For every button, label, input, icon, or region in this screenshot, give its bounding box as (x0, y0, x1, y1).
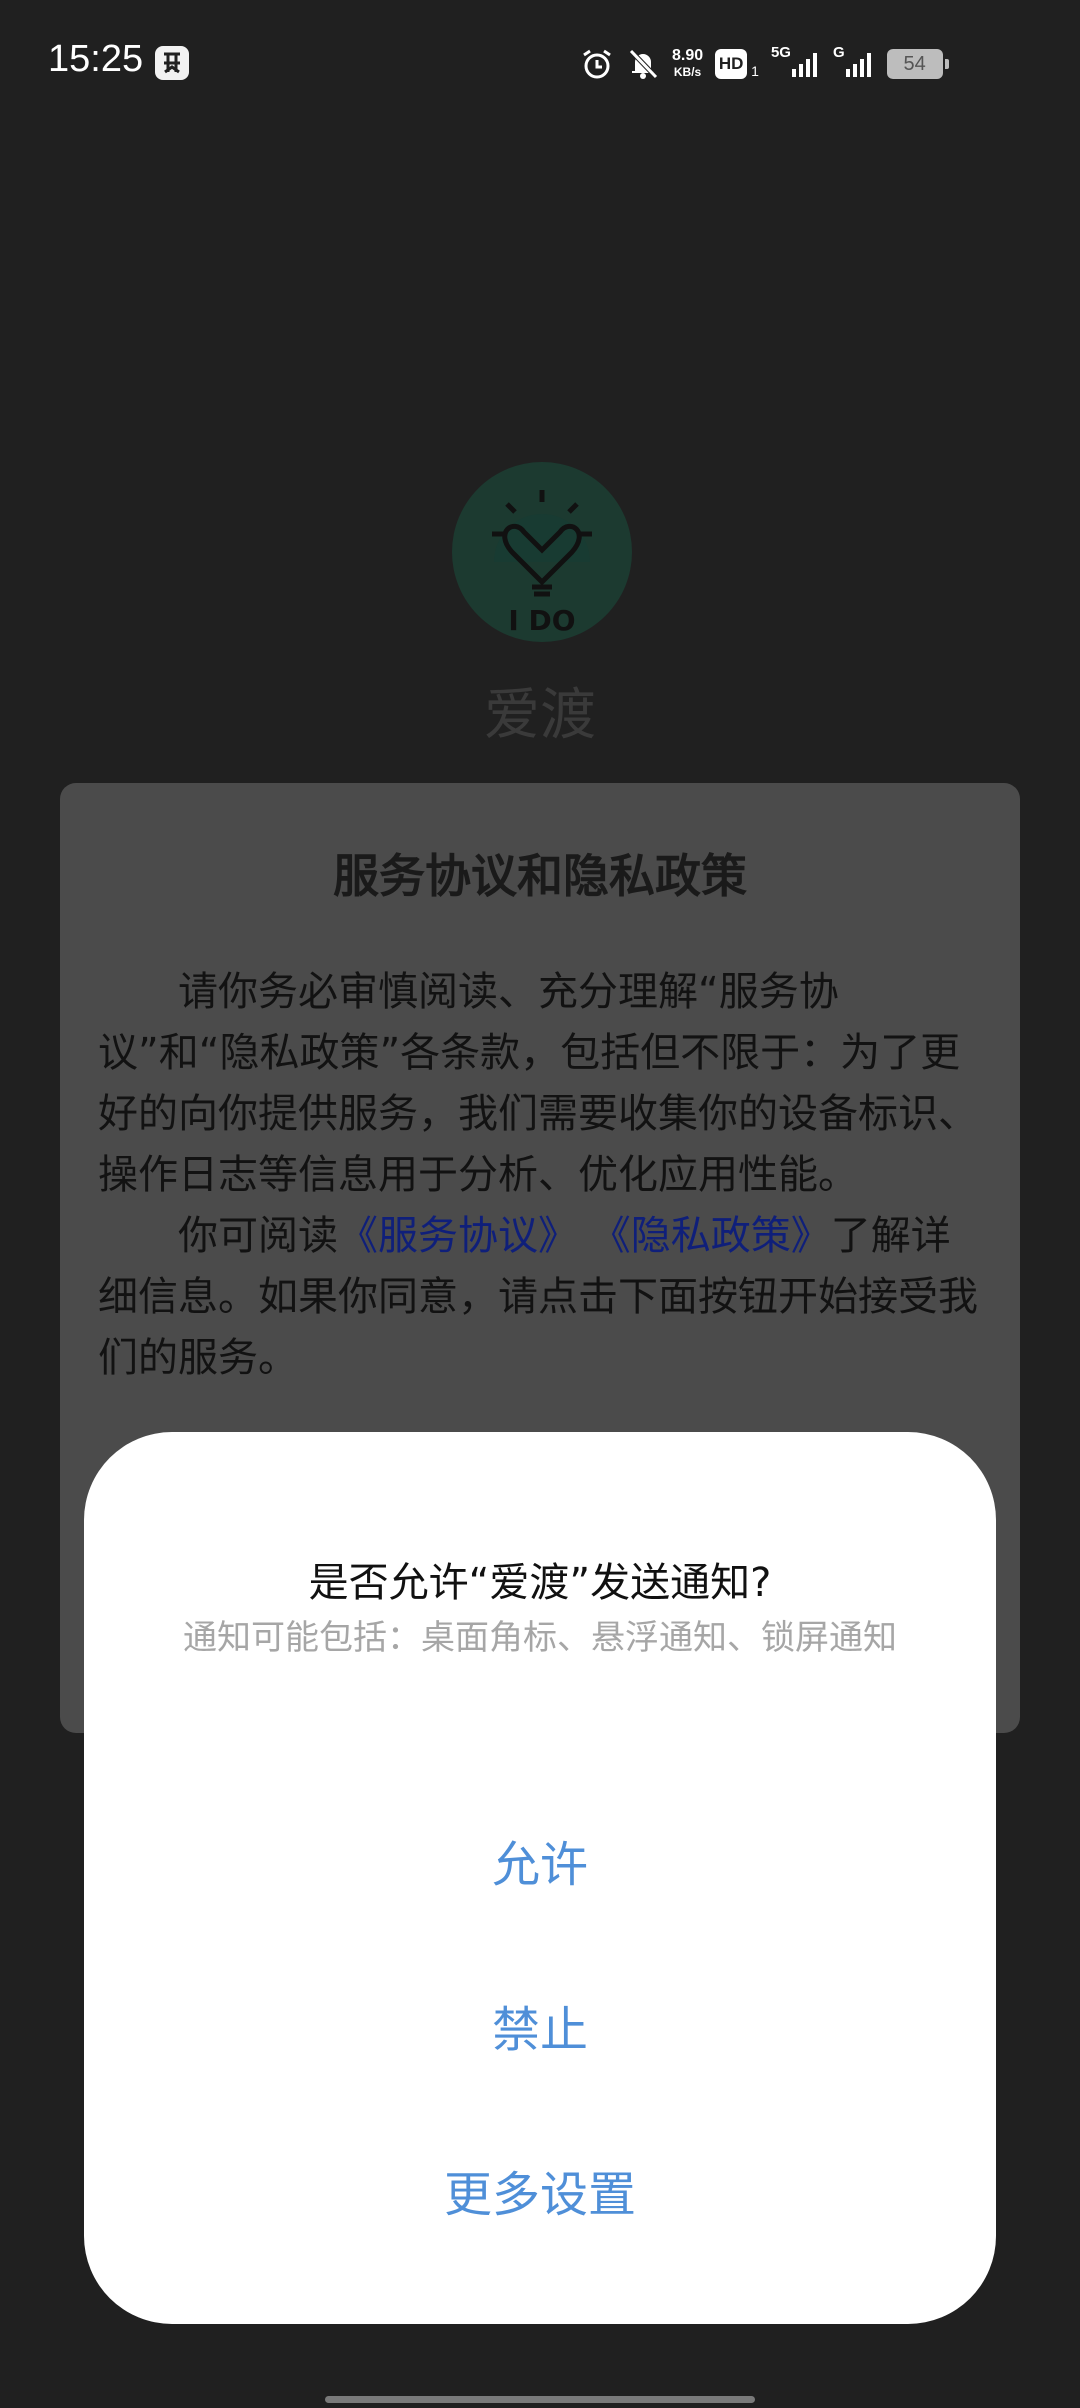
signal-icon-2 (845, 53, 871, 77)
battery-icon: 54 (886, 49, 949, 79)
service-agreement-link[interactable]: 《服务协议》 (338, 1213, 578, 1259)
alarm-icon (583, 49, 611, 79)
network-speed-value: 8.90 (672, 47, 704, 64)
status-icons: 8.90 KB/s HD 1 5G G 54 (580, 40, 949, 88)
hd-voice-icon: HD (715, 49, 748, 79)
allow-button[interactable]: 允许 (84, 1810, 996, 1920)
app-logo: I DO (452, 462, 632, 642)
privacy-paragraph-2: 你可阅读《服务协议》 《隐私政策》了解详细信息。如果你同意，请点击下面按钮开始接… (98, 1206, 982, 1389)
network-speed: 8.90 KB/s (672, 48, 703, 80)
deny-button[interactable]: 禁止 (84, 1975, 996, 2085)
hd-sub-label: 1 (751, 63, 759, 79)
mute-icon (629, 49, 658, 79)
app-name: 爱渡 (484, 683, 596, 748)
notification-permission-sheet: 是否允许“爱渡”发送通知? 通知可能包括：桌面角标、悬浮通知、锁屏通知 允许 禁… (84, 1432, 996, 2324)
privacy-dialog-title: 服务协议和隐私政策 (333, 849, 747, 903)
network-speed-unit: KB/s (673, 65, 702, 79)
privacy-policy-link[interactable]: 《隐私政策》 (591, 1213, 831, 1259)
home-indicator[interactable] (325, 2396, 755, 2403)
sim2-network-label: G (832, 43, 845, 61)
app-notification-icon (155, 46, 189, 80)
privacy-paragraph-1: 请你务必审慎阅读、充分理解“服务协议”和“隐私政策”各条款，包括但不限于：为了更… (98, 969, 978, 1198)
notification-sheet-title: 是否允许“爱渡”发送通知? (308, 1560, 772, 1606)
sim1-network-label: 5G (770, 43, 791, 61)
logo-text: I DO (508, 604, 575, 637)
notification-sheet-subtitle: 通知可能包括：桌面角标、悬浮通知、锁屏通知 (183, 1618, 897, 1658)
more-settings-button[interactable]: 更多设置 (84, 2140, 996, 2250)
privacy-para2-prefix: 你可阅读 (178, 1213, 338, 1259)
status-time: 15:25 (48, 38, 144, 80)
signal-icon (791, 53, 817, 77)
status-bar: 15:25 8.90 KB/s HD 1 5G G 54 (0, 0, 1080, 120)
privacy-dialog-body: 请你务必审慎阅读、充分理解“服务协议”和“隐私政策”各条款，包括但不限于：为了更… (98, 962, 982, 1389)
